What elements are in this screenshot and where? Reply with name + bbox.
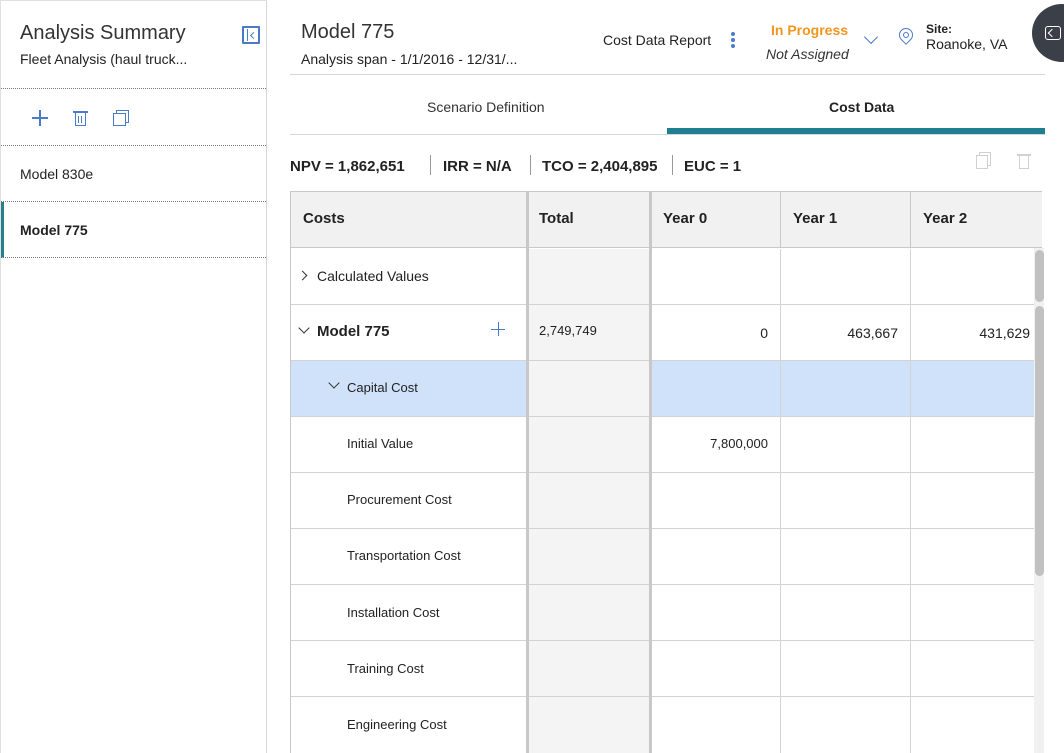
scrollbar-thumb-frozen[interactable] [1035, 250, 1044, 302]
panel-toolbar [1, 89, 266, 146]
analysis-summary-panel: Analysis Summary Fleet Analysis (haul tr… [0, 0, 267, 753]
navigation-button[interactable] [1032, 4, 1064, 62]
cost-data-report-link[interactable]: Cost Data Report [603, 32, 711, 48]
panel-subtitle: Fleet Analysis (haul truck... [20, 51, 188, 67]
navigate-back-icon [1045, 26, 1061, 40]
delete-icon[interactable] [72, 109, 90, 127]
table-row-selected[interactable]: Capital Cost [291, 361, 527, 417]
tab-cost-data[interactable]: Cost Data [829, 99, 894, 115]
table-row[interactable]: Training Cost [291, 641, 527, 697]
chevron-down-icon[interactable] [298, 322, 310, 334]
chevron-right-icon[interactable] [297, 270, 308, 281]
site-label: Site: [926, 22, 953, 36]
list-item-model-830e[interactable]: Model 830e [1, 146, 266, 202]
table-row[interactable]: Model 775 [291, 305, 527, 361]
add-row-icon[interactable] [491, 322, 505, 336]
npv-metric: NPV = 1,862,651 [290, 158, 405, 175]
irr-metric: IRR = N/A [443, 158, 512, 175]
chevron-down-icon[interactable] [863, 29, 879, 45]
column-header-total[interactable]: Total [527, 192, 651, 248]
add-icon[interactable] [31, 109, 49, 127]
status-badge: In Progress [771, 22, 849, 38]
scrollbar-thumb[interactable] [1035, 306, 1044, 576]
panel-header: Analysis Summary Fleet Analysis (haul tr… [1, 1, 266, 89]
table-row[interactable]: Calculated Values [291, 249, 527, 305]
copy-icon[interactable] [112, 109, 130, 127]
assignment-status: Not Assigned [766, 46, 849, 62]
column-header-year-2[interactable]: Year 2 [911, 192, 1042, 248]
analysis-span: Analysis span - 1/1/2016 - 12/31/... [301, 51, 518, 67]
list-item-label: Model 775 [20, 222, 88, 238]
list-item-model-775[interactable]: Model 775 [1, 202, 266, 258]
table-row[interactable]: Initial Value [291, 417, 527, 473]
table-row[interactable]: Engineering Cost [291, 697, 527, 753]
euc-metric: EUC = 1 [684, 158, 742, 175]
tab-scenario-definition[interactable]: Scenario Definition [427, 99, 545, 115]
site-value: Roanoke, VA [926, 36, 1008, 52]
chevron-down-icon[interactable] [328, 377, 340, 389]
copy-icon-disabled [976, 152, 991, 169]
list-item-label: Model 830e [20, 166, 94, 182]
table-row[interactable]: Transportation Cost [291, 529, 527, 585]
panel-title: Analysis Summary [20, 22, 186, 44]
cost-data-grid: Costs Total Year 0 Year 1 Year 2 Calcula… [290, 191, 1042, 753]
location-pin-icon [896, 25, 916, 45]
more-options-icon[interactable] [731, 32, 735, 48]
collapse-panel-icon[interactable] [242, 26, 260, 44]
table-row[interactable]: Installation Cost [291, 585, 527, 641]
active-tab-indicator [667, 128, 1045, 134]
table-row[interactable]: Procurement Cost [291, 473, 527, 529]
page-title: Model 775 [301, 21, 395, 43]
tco-metric: TCO = 2,404,895 [542, 158, 658, 175]
column-header-costs[interactable]: Costs [291, 192, 527, 248]
delete-icon-disabled [1017, 153, 1031, 169]
column-header-year-1[interactable]: Year 1 [781, 192, 911, 248]
column-header-year-0[interactable]: Year 0 [651, 192, 781, 248]
